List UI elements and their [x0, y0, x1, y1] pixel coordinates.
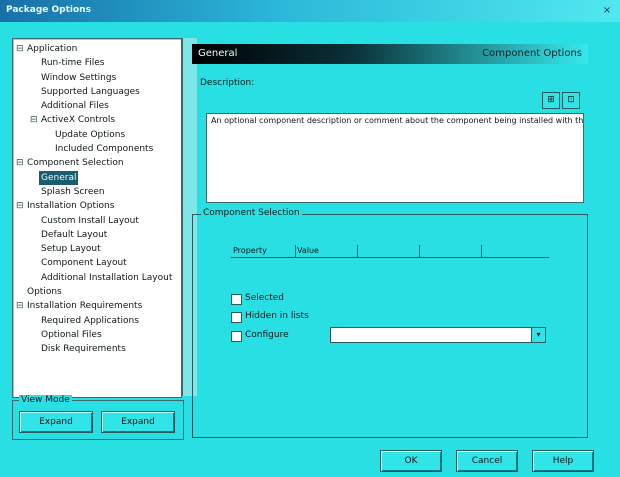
column-3[interactable]: [357, 245, 420, 257]
tree-item-label: Optional Files: [41, 329, 102, 340]
hidden-label: Hidden in lists: [245, 311, 309, 321]
tree-item-label: Splash Screen: [41, 186, 105, 197]
insert-icon[interactable]: ⊞: [542, 92, 560, 109]
tree-item-label: Disk Requirements: [41, 344, 126, 355]
tree-item[interactable]: ⊟ Installation Requirements: [16, 299, 176, 313]
help-button[interactable]: Help: [532, 450, 594, 472]
tree-item[interactable]: Required Applications: [16, 314, 176, 328]
section-subtitle: Component Options: [482, 48, 582, 59]
expand-all-button[interactable]: Expand: [101, 411, 175, 433]
tree-item[interactable]: Update Options: [16, 128, 176, 142]
tree-item-label: General: [39, 170, 79, 185]
chevron-down-icon[interactable]: ▾: [531, 328, 545, 342]
expand-icon[interactable]: ⊟: [16, 42, 25, 56]
tree-item[interactable]: Window Settings: [16, 71, 176, 85]
window-title: Package Options: [6, 5, 91, 15]
tree-item[interactable]: General: [16, 170, 176, 185]
close-icon[interactable]: ×: [600, 4, 614, 17]
cancel-button[interactable]: Cancel: [456, 450, 518, 472]
tree-item[interactable]: Included Components: [16, 142, 176, 156]
ok-button[interactable]: OK: [380, 450, 442, 472]
tree-item-label: Supported Languages: [41, 86, 140, 97]
tree-item-label: ActiveX Controls: [41, 115, 116, 126]
description-label: Description:: [200, 78, 255, 88]
expand-icon[interactable]: ⊟: [16, 299, 25, 313]
tree-item-label: Additional Files: [41, 101, 109, 112]
tree-item-label: Window Settings: [41, 72, 117, 83]
tree-item[interactable]: Additional Files: [16, 99, 176, 113]
tree-item[interactable]: Default Layout: [16, 228, 176, 242]
selected-checkbox[interactable]: [231, 294, 242, 305]
tree-item-label: Included Components: [55, 144, 154, 155]
tree-item-label: Component Layout: [41, 258, 127, 269]
tree-item[interactable]: Setup Layout: [16, 242, 176, 256]
component-selection-group: Component Selection Property Value Selec…: [192, 208, 588, 438]
selected-label: Selected: [245, 293, 285, 303]
column-value[interactable]: Value: [295, 245, 358, 257]
tree-item[interactable]: Options: [16, 285, 176, 299]
section-title: General: [198, 48, 238, 59]
right-panel: General Component Options Description: ⊞…: [192, 44, 594, 450]
view-mode-group: View Mode Expand Expand: [12, 395, 184, 440]
tree-item[interactable]: Disk Requirements: [16, 342, 176, 356]
tree-item[interactable]: Additional Installation Layout: [16, 271, 176, 285]
expand-icon[interactable]: ⊟: [16, 156, 25, 170]
tree-item-label: Run-time Files: [41, 58, 105, 69]
tree-item-label: Installation Requirements: [27, 301, 143, 312]
tree-item[interactable]: Splash Screen: [16, 185, 176, 199]
expand-icon[interactable]: ⊟: [30, 113, 39, 127]
tree-item-label: Options: [27, 287, 62, 298]
column-4[interactable]: [419, 245, 482, 257]
title-bar: Package Options ×: [0, 0, 620, 22]
tree-item-label: Component Selection: [27, 158, 124, 169]
tree-item[interactable]: Run-time Files: [16, 56, 176, 70]
description-textarea[interactable]: An optional component description or com…: [206, 113, 584, 203]
tree-item[interactable]: Component Layout: [16, 256, 176, 270]
configure-checkbox[interactable]: [231, 331, 242, 342]
tree-item-label: Required Applications: [41, 315, 139, 326]
expand-button[interactable]: Expand: [19, 411, 93, 433]
configure-label: Configure: [245, 330, 289, 340]
checkbox-row-1: [231, 285, 240, 294]
tree-item[interactable]: Custom Install Layout: [16, 214, 176, 228]
tree-item[interactable]: Supported Languages: [16, 85, 176, 99]
tree-item[interactable]: ⊟ Installation Options: [16, 199, 176, 213]
tree-item-label: Installation Options: [27, 201, 115, 212]
expand-icon[interactable]: ⊟: [16, 199, 25, 213]
configure-dropdown[interactable]: ▾: [330, 327, 546, 343]
tree-item-label: Default Layout: [41, 229, 108, 240]
view-mode-label: View Mode: [19, 395, 72, 405]
section-header: General Component Options: [192, 44, 588, 64]
hidden-checkbox[interactable]: [231, 312, 242, 323]
tree-item-label: Setup Layout: [41, 244, 101, 255]
package-options-window: Package Options × ⊟ Application Run-time F…: [0, 0, 620, 477]
tree-item[interactable]: ⊟ Application: [16, 42, 176, 56]
tree-item-label: Additional Installation Layout: [41, 272, 173, 283]
column-property[interactable]: Property: [231, 245, 296, 257]
tree-item[interactable]: Optional Files: [16, 328, 176, 342]
tree-item[interactable]: ⊟ ActiveX Controls: [16, 113, 176, 127]
tree-item-label: Update Options: [55, 129, 126, 140]
tree-item-label: Custom Install Layout: [41, 215, 139, 226]
browse-icon[interactable]: ⊡: [562, 92, 580, 109]
property-list-header: Property Value: [231, 245, 549, 258]
navigation-tree: ⊟ Application Run-time Files Window Setting…: [16, 42, 176, 357]
component-selection-label: Component Selection: [201, 208, 302, 218]
tree-item-label: Application: [27, 44, 78, 54]
tree-item[interactable]: ⊟ Component Selection: [16, 156, 176, 170]
